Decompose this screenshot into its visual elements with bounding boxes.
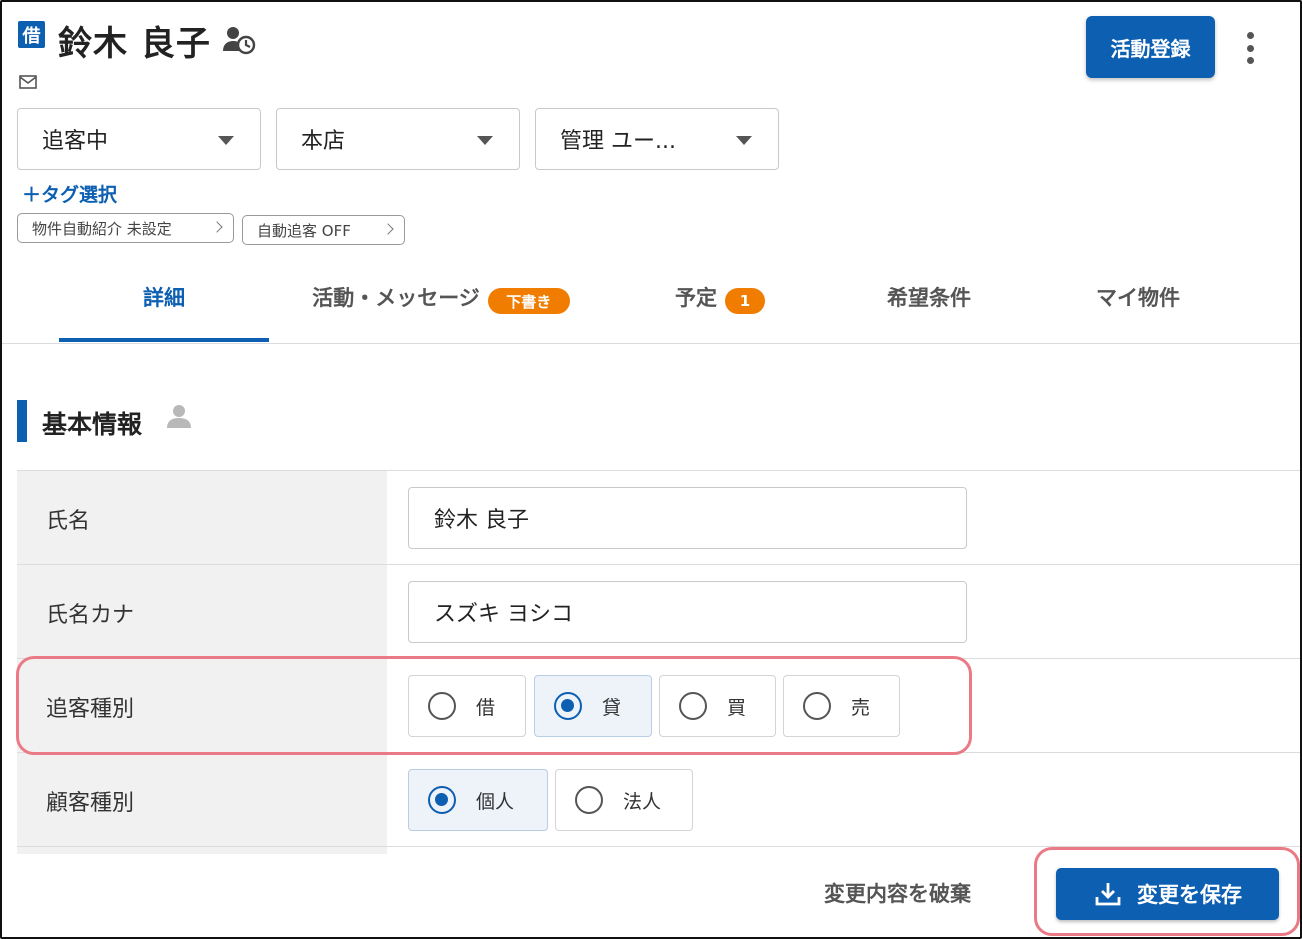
tab-label: 活動・メッセージ	[312, 286, 480, 310]
activity-register-button[interactable]: 活動登録	[1086, 16, 1215, 78]
section-title: 基本情報	[42, 410, 143, 439]
store-select-value: 本店	[301, 129, 346, 154]
option-label: 買	[727, 696, 747, 719]
active-tab-indicator	[59, 338, 269, 342]
add-tag-link[interactable]: ＋タグ選択	[22, 180, 117, 207]
option-label: 貸	[602, 696, 622, 719]
divider	[17, 658, 1300, 659]
option-label: 借	[476, 696, 496, 719]
divider	[17, 564, 1300, 565]
tab-label: 希望条件	[887, 286, 971, 310]
customer-type-option-corporation[interactable]: 法人	[555, 769, 693, 831]
auto-follow-chip[interactable]: 自動追客 OFF	[242, 215, 405, 245]
auto-follow-chip-label: 自動追客 OFF	[257, 221, 351, 240]
option-label: 法人	[623, 790, 662, 813]
divider	[17, 470, 1300, 471]
manager-select-value: 管理 ユー...	[560, 129, 676, 154]
person-icon	[167, 405, 191, 428]
save-changes-label: 変更を保存	[1137, 883, 1242, 907]
radio-icon	[575, 786, 603, 814]
name-input[interactable]	[408, 487, 967, 549]
follow-type-option-borrow[interactable]: 借	[408, 675, 526, 737]
divider	[17, 846, 1300, 847]
tab-label: マイ物件	[1096, 286, 1180, 310]
mail-icon[interactable]	[19, 75, 37, 89]
chevron-right-icon	[382, 223, 394, 235]
customer-type-label: 顧客種別	[46, 791, 135, 816]
download-icon	[1095, 883, 1121, 906]
tab-label: 詳細	[143, 286, 185, 310]
kana-label: 氏名カナ	[46, 603, 135, 628]
save-changes-button[interactable]: 変更を保存	[1056, 868, 1279, 920]
radio-icon	[679, 692, 707, 720]
auto-intro-chip[interactable]: 物件自動紹介 未設定	[17, 213, 234, 243]
tab-my-properties[interactable]: マイ物件	[1038, 282, 1238, 342]
follow-type-option-lend[interactable]: 貸	[534, 675, 652, 737]
more-menu-icon[interactable]	[1238, 30, 1262, 66]
radio-icon	[428, 692, 456, 720]
radio-selected-icon	[554, 692, 582, 720]
schedule-count-badge: 1	[725, 288, 765, 314]
section-accent-bar	[17, 400, 27, 442]
follow-type-option-buy[interactable]: 買	[659, 675, 776, 737]
customer-type-badge: 借	[18, 21, 45, 48]
chevron-down-icon	[218, 136, 234, 145]
customer-type-option-individual[interactable]: 個人	[408, 769, 548, 831]
tab-activity-message[interactable]: 活動・メッセージ 下書き	[286, 282, 596, 342]
status-select[interactable]: 追客中	[17, 108, 261, 170]
draft-badge: 下書き	[487, 288, 570, 314]
follow-type-label: 追客種別	[46, 697, 135, 722]
status-select-value: 追客中	[42, 129, 109, 154]
radio-icon	[803, 692, 831, 720]
divider	[2, 343, 1300, 344]
tab-schedule[interactable]: 予定 1	[620, 282, 820, 342]
tab-detail[interactable]: 詳細	[59, 282, 269, 342]
tab-preferences[interactable]: 希望条件	[829, 282, 1029, 342]
discard-changes-button[interactable]: 変更内容を破棄	[824, 878, 971, 908]
manager-select[interactable]: 管理 ユー...	[535, 108, 779, 170]
auto-intro-chip-label: 物件自動紹介 未設定	[32, 219, 172, 238]
name-label: 氏名	[46, 509, 91, 534]
follow-type-option-sell[interactable]: 売	[783, 675, 900, 737]
option-label: 個人	[476, 790, 515, 813]
chevron-down-icon	[477, 136, 493, 145]
option-label: 売	[851, 696, 871, 719]
kana-input[interactable]	[408, 581, 967, 643]
user-history-icon[interactable]	[222, 25, 256, 55]
radio-selected-icon	[428, 786, 456, 814]
tab-label: 予定	[675, 286, 717, 310]
chevron-down-icon	[736, 136, 752, 145]
divider	[17, 752, 1300, 753]
chevron-right-icon	[211, 221, 223, 233]
customer-name: 鈴木 良子	[58, 24, 211, 64]
store-select[interactable]: 本店	[276, 108, 520, 170]
